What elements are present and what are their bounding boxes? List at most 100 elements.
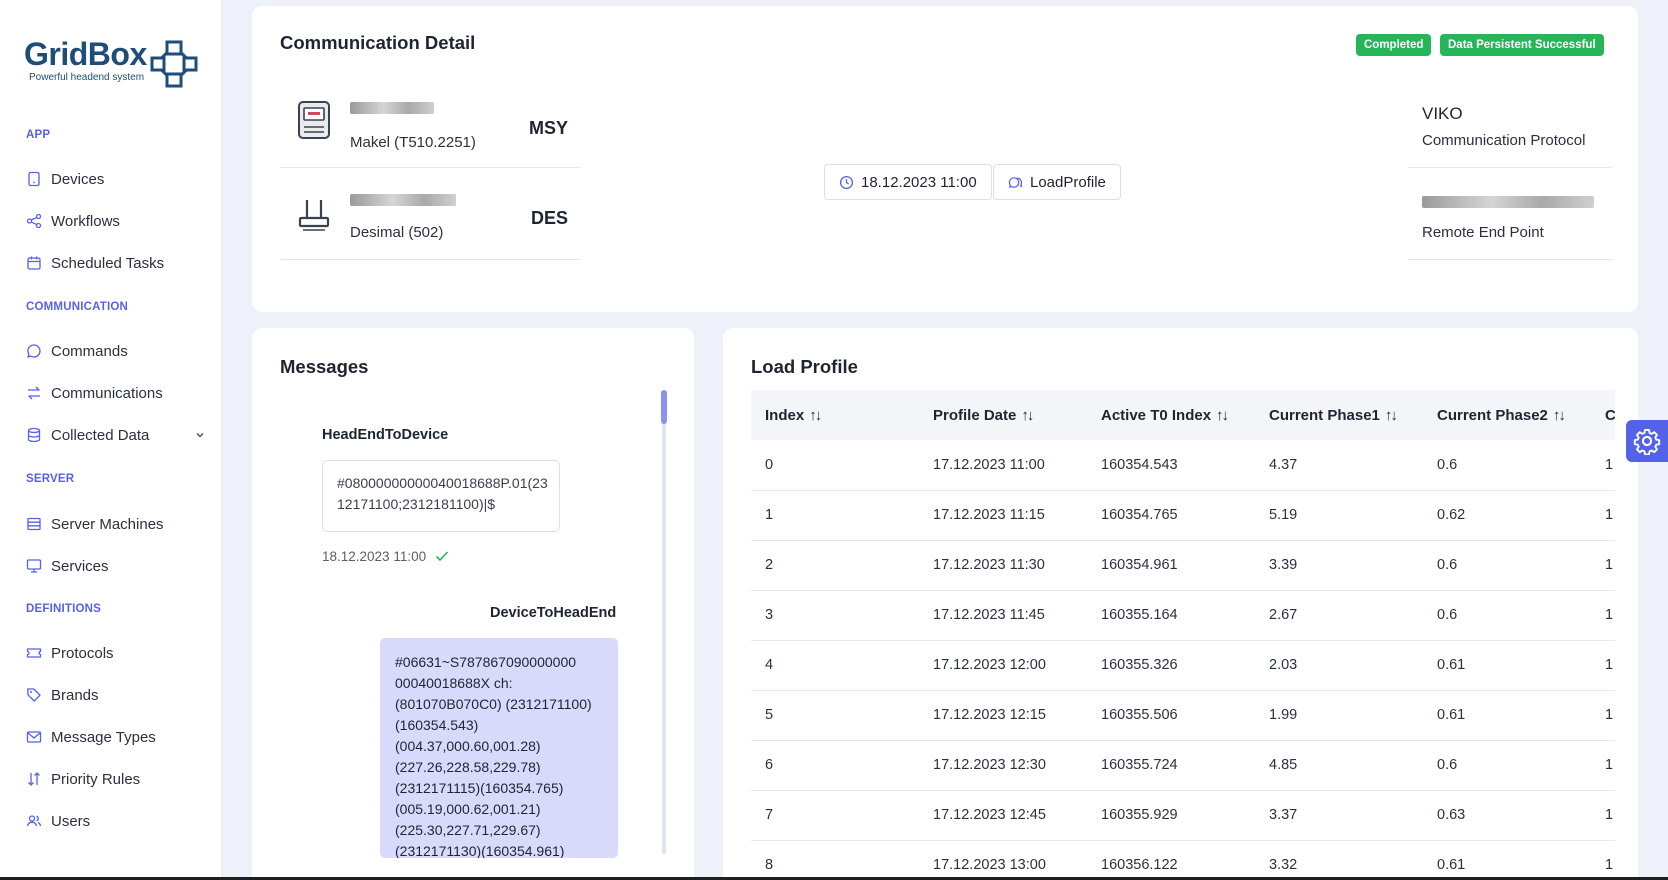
sidebar-item-communications[interactable]: Communications bbox=[26, 381, 206, 405]
column-header-label: Active T0 Index bbox=[1101, 406, 1212, 424]
incoming-direction-label: DeviceToHeadEnd bbox=[490, 605, 617, 621]
sort-icon[interactable]: ↑↓ bbox=[1553, 407, 1566, 424]
table-cell: 17.12.2023 13:00 bbox=[919, 840, 1087, 880]
sidebar-item-brands[interactable]: Brands bbox=[26, 683, 206, 707]
table-cell: 1 bbox=[751, 490, 919, 541]
device-model: Makel (T510.2251) bbox=[350, 134, 476, 151]
sort-icon[interactable]: ↑↓ bbox=[809, 407, 822, 424]
sidebar-item-label: Users bbox=[51, 812, 91, 830]
table-cell: 0.63 bbox=[1423, 790, 1591, 841]
table-row[interactable]: 3 17.12.2023 11:45 160355.164 2.67 0.6 1 bbox=[751, 590, 1615, 641]
share-icon bbox=[26, 213, 42, 229]
sidebar-item-label: Communications bbox=[51, 384, 163, 402]
sidebar-item-commands[interactable]: Commands bbox=[26, 339, 206, 363]
sidebar-item-label: Server Machines bbox=[51, 515, 164, 533]
table-row[interactable]: 8 17.12.2023 13:00 160356.122 3.32 0.61 1 bbox=[751, 840, 1615, 880]
load-profile-table-wrapper[interactable]: Index ↑↓ Profile Date ↑↓ Active T0 Index ↑↓… bbox=[751, 390, 1615, 880]
sidebar-item-label: Services bbox=[51, 557, 109, 575]
sidebar-item-label: Protocols bbox=[51, 644, 114, 662]
device-row-modem[interactable]: Desimal (502) DES bbox=[280, 168, 580, 260]
table-row[interactable]: 5 17.12.2023 12:15 160355.506 1.99 0.61 1 bbox=[751, 690, 1615, 741]
sidebar-item-devices[interactable]: Devices bbox=[26, 167, 206, 191]
table-cell: 1 bbox=[1591, 640, 1615, 691]
table-cell: 2.67 bbox=[1255, 590, 1423, 641]
chat-icon bbox=[27, 344, 41, 358]
database-icon bbox=[27, 427, 41, 443]
incoming-message[interactable]: #06631~S787867090000000 00040018688X ch:… bbox=[380, 638, 618, 858]
table-cell: 1 bbox=[1591, 790, 1615, 841]
column-header-truncated[interactable]: C bbox=[1591, 390, 1615, 440]
table-cell: 1 bbox=[1591, 840, 1615, 880]
outgoing-message[interactable]: #08000000000040018688P.01(2312171100;231… bbox=[322, 460, 560, 532]
column-header-index[interactable]: Index ↑↓ bbox=[751, 390, 919, 440]
column-header-current-phase1[interactable]: Current Phase1 ↑↓ bbox=[1255, 390, 1423, 440]
device-row-meter[interactable]: Makel (T510.2251) MSY bbox=[280, 76, 580, 168]
table-cell: 1 bbox=[1591, 490, 1615, 541]
check-icon bbox=[436, 551, 449, 562]
table-row[interactable]: 6 17.12.2023 12:30 160355.724 4.85 0.6 1 bbox=[751, 740, 1615, 791]
table-cell: 0.6 bbox=[1423, 540, 1591, 591]
sort-icon[interactable]: ↑↓ bbox=[1385, 407, 1398, 424]
messages-scrollbar-track[interactable] bbox=[662, 392, 666, 854]
chevron-down-icon[interactable] bbox=[194, 429, 206, 441]
table-cell: 6 bbox=[751, 740, 919, 791]
column-header-profile-date[interactable]: Profile Date ↑↓ bbox=[919, 390, 1087, 440]
column-header-active-t0-index[interactable]: Active T0 Index ↑↓ bbox=[1087, 390, 1255, 440]
sidebar-item-collected-data[interactable]: Collected Data bbox=[26, 423, 206, 447]
logo[interactable]: GridBox Powerful headend system bbox=[24, 36, 204, 88]
messages-scrollbar-thumb[interactable] bbox=[661, 390, 667, 424]
column-header-current-phase2[interactable]: Current Phase2 ↑↓ bbox=[1423, 390, 1591, 440]
tag-icon bbox=[27, 688, 41, 702]
protocol-row: VIKO Communication Protocol bbox=[1408, 76, 1612, 168]
table-cell: 3.32 bbox=[1255, 840, 1423, 880]
protocol-value: VIKO bbox=[1422, 104, 1463, 123]
table-row[interactable]: 0 17.12.2023 11:00 160354.543 4.37 0.6 1 bbox=[751, 440, 1615, 491]
sidebar-item-label: Priority Rules bbox=[51, 770, 141, 788]
sidebar-item-protocols[interactable]: Protocols bbox=[26, 641, 206, 665]
messages-title: Messages bbox=[280, 356, 369, 377]
table-cell: 7 bbox=[751, 790, 919, 841]
page-title: Communication Detail bbox=[280, 32, 476, 53]
sidebar-item-label: Scheduled Tasks bbox=[51, 254, 165, 272]
sidebar-item-server-machines[interactable]: Server Machines bbox=[26, 512, 206, 536]
table-cell: 160354.765 bbox=[1087, 490, 1255, 541]
sidebar-item-message-types[interactable]: Message Types bbox=[26, 725, 206, 749]
status-badge-persistence: Data Persistent Successful bbox=[1440, 34, 1604, 56]
table-row[interactable]: 2 17.12.2023 11:30 160354.961 3.39 0.6 1 bbox=[751, 540, 1615, 591]
table-cell: 2 bbox=[751, 540, 919, 591]
table-cell: 160356.122 bbox=[1087, 840, 1255, 880]
device-brand-code: MSY bbox=[528, 118, 568, 138]
table-cell: 3.37 bbox=[1255, 790, 1423, 841]
sidebar-item-priority-rules[interactable]: Priority Rules bbox=[26, 767, 206, 791]
sort-icon[interactable]: ↑↓ bbox=[1216, 407, 1229, 424]
sidebar-item-services[interactable]: Services bbox=[26, 554, 206, 578]
table-cell: 0.61 bbox=[1423, 690, 1591, 741]
sort-icon[interactable]: ↑↓ bbox=[1021, 407, 1034, 424]
load-profile-title: Load Profile bbox=[751, 356, 858, 377]
endpoint-label: Remote End Point bbox=[1422, 224, 1544, 241]
sidebar-item-workflows[interactable]: Workflows bbox=[26, 209, 206, 233]
table-row[interactable]: 7 17.12.2023 12:45 160355.929 3.37 0.63 1 bbox=[751, 790, 1615, 841]
settings-button[interactable] bbox=[1626, 420, 1668, 462]
column-header-label: Current Phase2 bbox=[1437, 406, 1548, 424]
table-cell: 3.39 bbox=[1255, 540, 1423, 591]
table-cell: 1 bbox=[1591, 440, 1615, 491]
timestamp-chip: 18.12.2023 11:00 bbox=[824, 164, 992, 200]
sidebar: GridBox Powerful headend system APP Devi… bbox=[0, 0, 222, 880]
sidebar-item-users[interactable]: Users bbox=[26, 809, 206, 833]
table-row[interactable]: 4 17.12.2023 12:00 160355.326 2.03 0.61 1 bbox=[751, 640, 1615, 691]
sidebar-item-scheduled-tasks[interactable]: Scheduled Tasks bbox=[26, 251, 206, 275]
communication-detail-card: Communication Detail Completed Data Pers… bbox=[252, 6, 1638, 312]
table-cell: 4.85 bbox=[1255, 740, 1423, 791]
table-cell: 17.12.2023 12:45 bbox=[919, 790, 1087, 841]
table-cell: 4 bbox=[751, 640, 919, 691]
message-line: 00040018688X ch: bbox=[395, 675, 513, 691]
table-cell: 2.03 bbox=[1255, 640, 1423, 691]
table-row[interactable]: 1 17.12.2023 11:15 160354.765 5.19 0.62 1 bbox=[751, 490, 1615, 541]
load-profile-table: Index ↑↓ Profile Date ↑↓ Active T0 Index ↑↓… bbox=[751, 390, 1615, 880]
message-line: #06631~S787867090000000 bbox=[395, 654, 577, 670]
users-icon bbox=[26, 815, 42, 827]
table-cell: 160355.164 bbox=[1087, 590, 1255, 641]
mail-icon bbox=[26, 731, 42, 743]
table-cell: 17.12.2023 11:45 bbox=[919, 590, 1087, 641]
